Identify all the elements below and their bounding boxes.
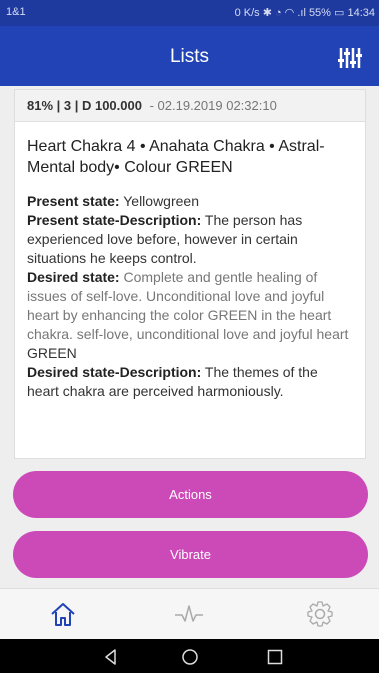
- card-body: Present state: Yellowgreen Present state…: [27, 192, 353, 401]
- gear-icon[interactable]: [305, 599, 335, 629]
- present-state: Present state: Yellowgreen: [27, 192, 353, 211]
- page-title: Lists: [169, 46, 210, 67]
- desired-state: Desired state: Complete and gentle heali…: [27, 268, 353, 363]
- desired-state-color: GREEN: [27, 345, 77, 361]
- card-header: 81% | 3 | D 100.000 - 02.19.2019 02:32:1…: [15, 90, 365, 122]
- carrier-label: 1&1: [6, 6, 26, 18]
- present-desc-label: Present state-Description:: [27, 212, 202, 228]
- card-date: - 02.19.2019 02:32:10: [149, 98, 277, 113]
- present-state-description: Present state-Description: The person ha…: [27, 211, 353, 268]
- home-circle-icon[interactable]: [181, 648, 199, 666]
- system-nav-bar: [0, 639, 379, 673]
- app-bar: Lists: [0, 26, 379, 86]
- pulse-icon[interactable]: [174, 599, 204, 629]
- recents-icon[interactable]: [266, 648, 284, 666]
- tab-bar: [0, 588, 379, 639]
- desired-desc-label: Desired state-Description:: [27, 364, 202, 380]
- desired-state-label: Desired state:: [27, 269, 120, 285]
- vibrate-button[interactable]: Vibrate: [13, 531, 368, 578]
- card-meta: 81% | 3 | D 100.000: [27, 98, 142, 113]
- present-state-label: Present state:: [27, 193, 120, 209]
- status-bar: 1&1 0 K/s ✱ ◔ ◠ .ıl 55% ▭ 14:34: [0, 0, 379, 26]
- present-state-value: Yellowgreen: [119, 193, 199, 209]
- card-title: Heart Chakra 4 • Anahata Chakra • Astral…: [27, 138, 325, 176]
- equalizer-icon[interactable]: [337, 46, 363, 70]
- home-icon[interactable]: [48, 599, 78, 629]
- list-card[interactable]: 81% | 3 | D 100.000 - 02.19.2019 02:32:1…: [14, 89, 366, 459]
- desired-state-description: Desired state-Description: The themes of…: [27, 363, 353, 401]
- actions-button[interactable]: Actions: [13, 471, 368, 518]
- status-icons: 0 K/s ✱ ◔ ◠ .ıl 55% ▭ 14:34: [234, 7, 375, 19]
- back-icon[interactable]: [102, 648, 120, 666]
